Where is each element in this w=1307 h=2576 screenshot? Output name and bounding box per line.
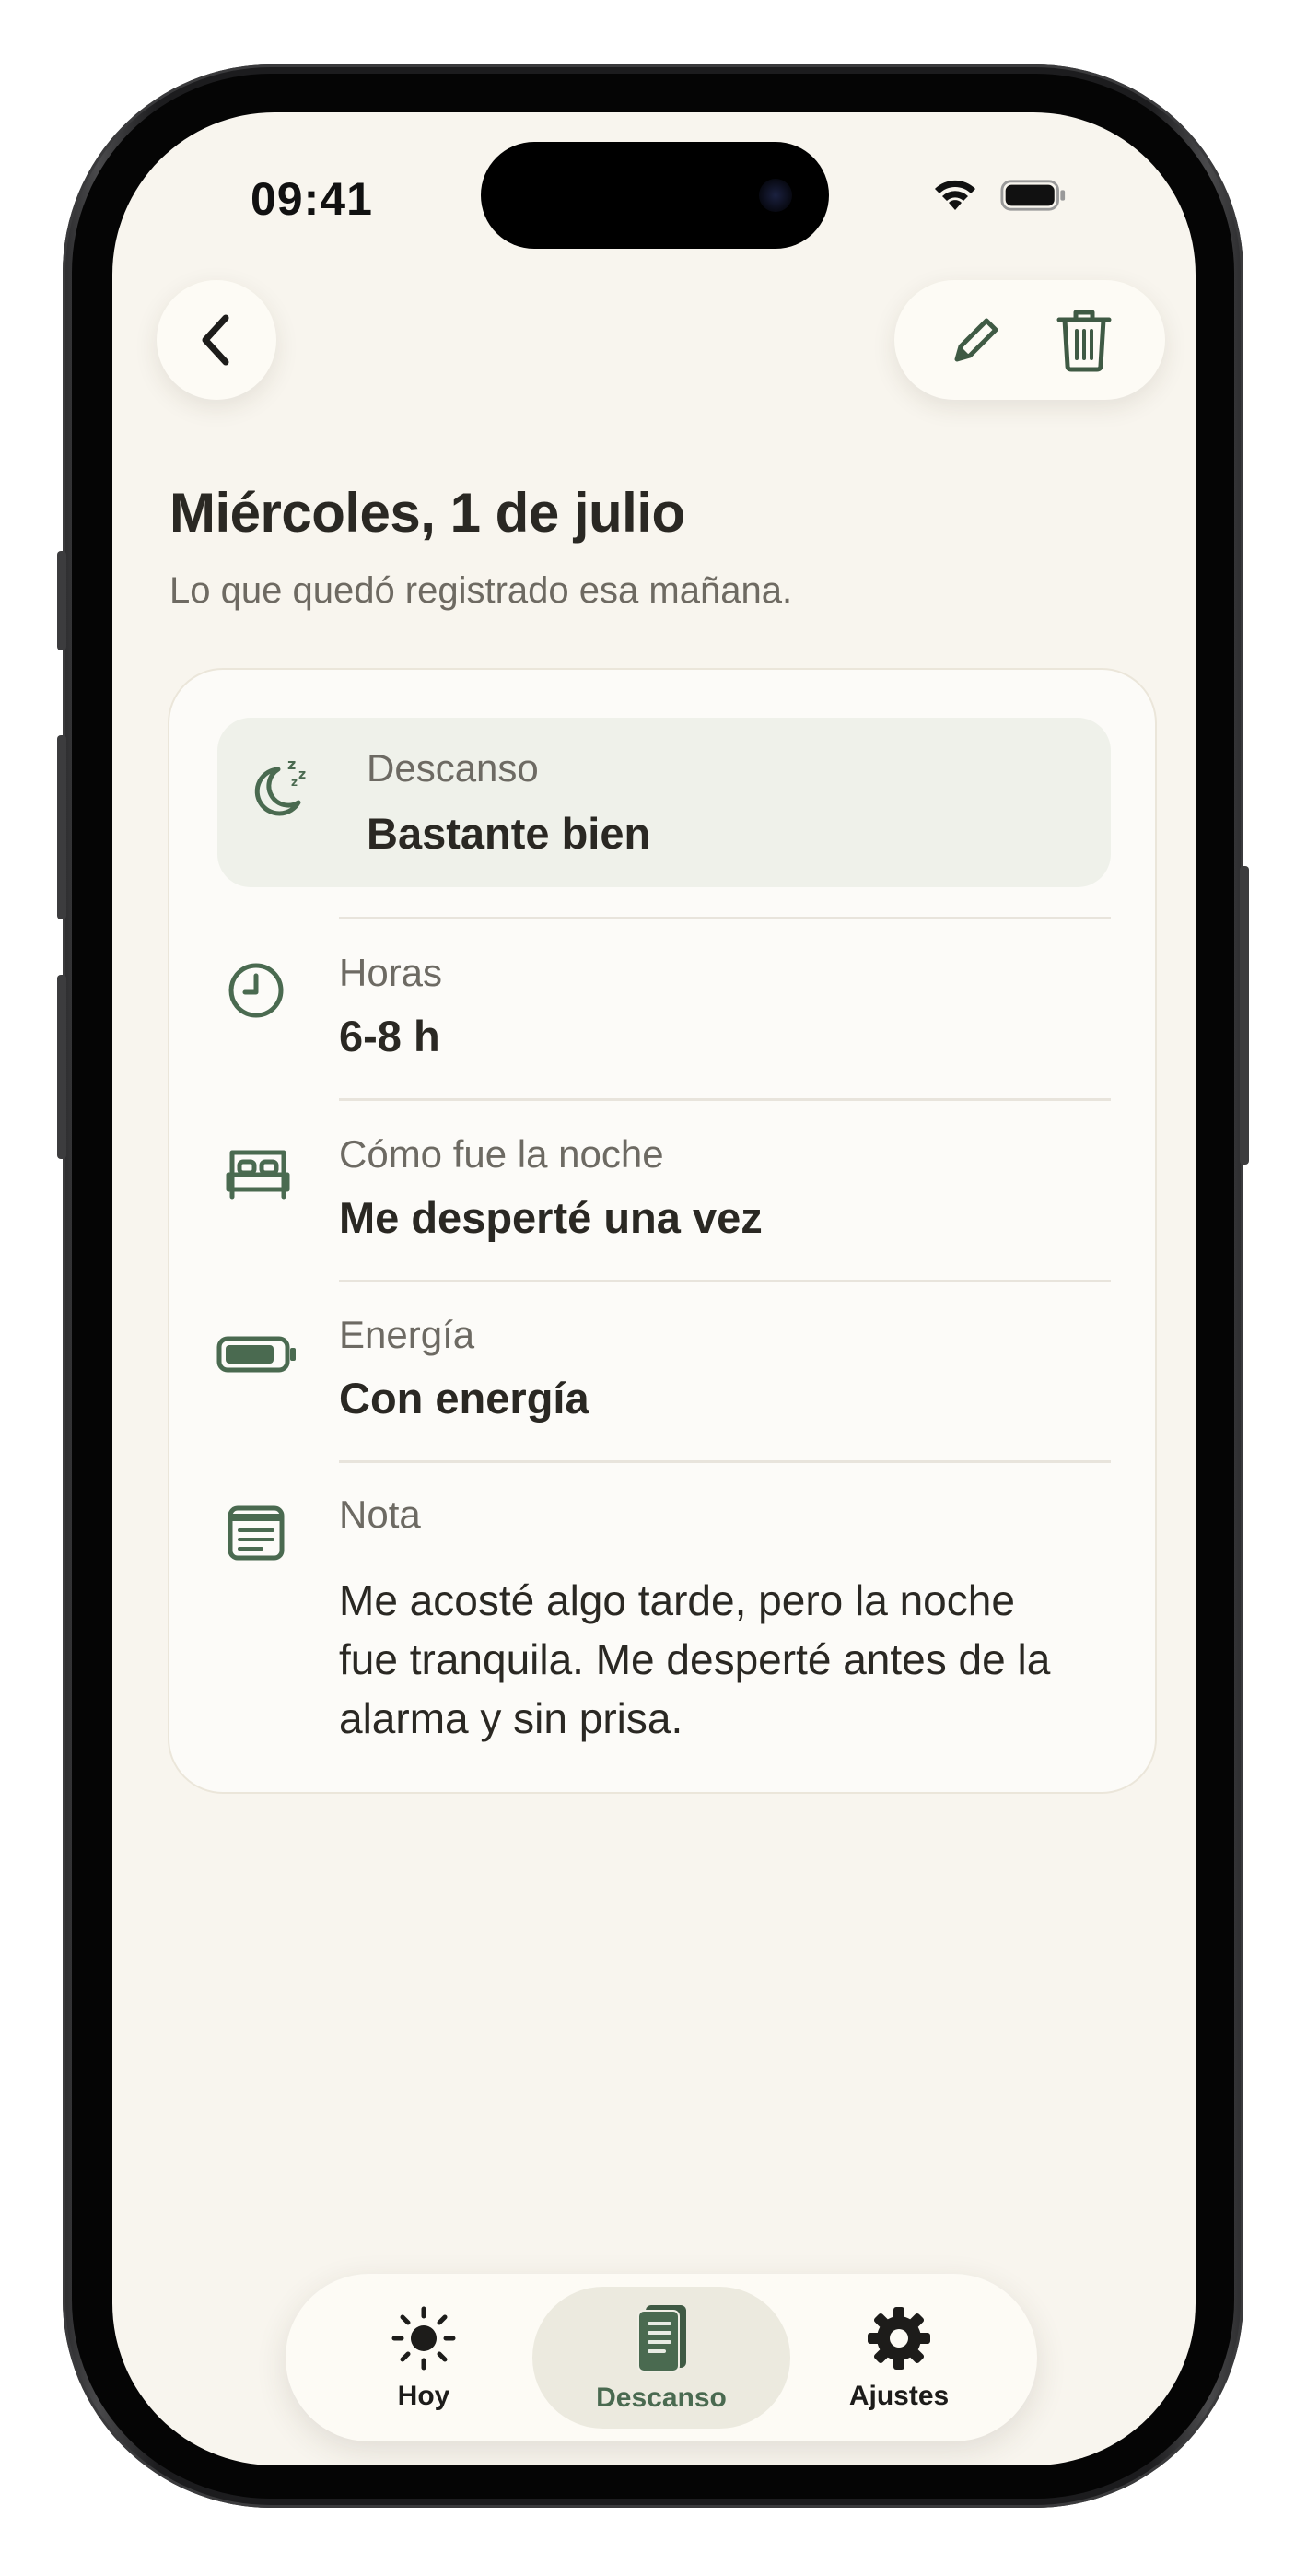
action-button xyxy=(57,551,66,650)
battery-status-icon xyxy=(1000,180,1066,211)
power-button xyxy=(1240,866,1249,1165)
pencil-icon xyxy=(954,318,998,362)
svg-text:z: z xyxy=(291,776,298,789)
wifi-icon xyxy=(935,180,975,210)
volume-down-button xyxy=(57,975,66,1159)
night-label: Cómo fue la noche xyxy=(339,1132,664,1176)
volume-up-button xyxy=(57,735,66,919)
divider xyxy=(339,917,1111,919)
entry-actions xyxy=(894,280,1165,400)
bed-icon xyxy=(219,1136,297,1210)
note-label: Nota xyxy=(339,1493,421,1536)
entry-card: z z z Descanso Bastante bien Horas 6-8 h xyxy=(168,668,1157,1794)
dynamic-island xyxy=(481,142,829,249)
rest-value: Bastante bien xyxy=(367,809,651,858)
app-screen: 09:41 Miércoles, 1 de julio Lo que quedó… xyxy=(112,112,1196,2465)
chevron-left-icon xyxy=(202,314,229,366)
tab-hoy[interactable]: Hoy xyxy=(295,2287,553,2429)
svg-text:z: z xyxy=(298,767,306,782)
sun-icon xyxy=(391,2306,456,2371)
rest-summary-highlight xyxy=(217,718,1111,887)
page-subtitle: Lo que quedó registrado esa mañana. xyxy=(169,570,793,611)
tab-descanso[interactable]: Descanso xyxy=(532,2287,790,2429)
tab-bar: Hoy Descanso Ajustes xyxy=(286,2274,1037,2441)
rest-label: Descanso xyxy=(367,746,539,790)
tab-hoy-label: Hoy xyxy=(397,2381,450,2411)
night-value: Me desperté una vez xyxy=(339,1193,763,1242)
status-time: 09:41 xyxy=(251,173,373,225)
gear-icon xyxy=(868,2307,930,2370)
journal-icon xyxy=(637,2305,686,2372)
divider xyxy=(339,1098,1111,1101)
clock-icon xyxy=(219,954,293,1027)
note-text: Me acosté algo tarde, pero la noche fue … xyxy=(339,1576,1051,1742)
divider xyxy=(339,1460,1111,1463)
edit-button[interactable] xyxy=(939,303,1013,377)
hours-value: 6-8 h xyxy=(339,1012,440,1060)
status-icons xyxy=(930,177,1067,214)
hours-label: Horas xyxy=(339,951,443,994)
energy-value: Con energía xyxy=(339,1374,589,1423)
divider xyxy=(339,1280,1111,1282)
back-button[interactable] xyxy=(157,280,276,400)
energy-label: Energía xyxy=(339,1313,475,1356)
trash-icon xyxy=(1056,310,1111,372)
camera-icon xyxy=(759,179,792,212)
tab-descanso-label: Descanso xyxy=(596,2383,727,2413)
note-icon xyxy=(219,1495,293,1569)
tab-ajustes[interactable]: Ajustes xyxy=(770,2287,1028,2429)
moon-sleep-icon: z z z xyxy=(243,749,317,823)
svg-text:z: z xyxy=(287,755,296,773)
battery-icon xyxy=(216,1317,298,1390)
delete-button[interactable] xyxy=(1047,303,1121,377)
tab-ajustes-label: Ajustes xyxy=(848,2381,950,2411)
page-title: Miércoles, 1 de julio xyxy=(169,482,685,544)
